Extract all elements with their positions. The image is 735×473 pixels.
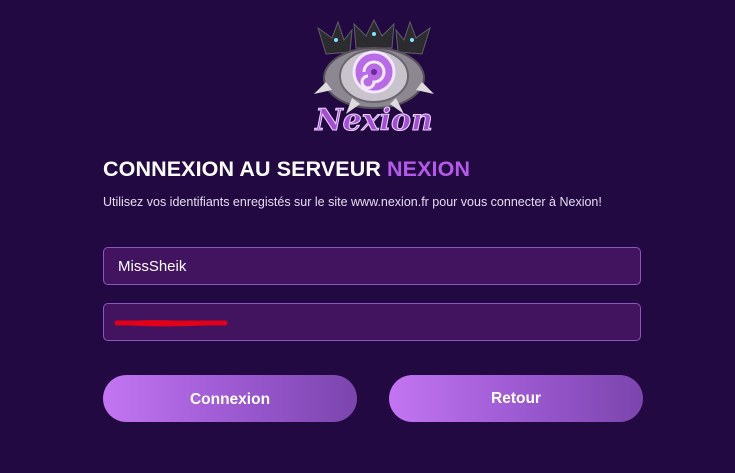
nexion-logo-emblem: Nexion xyxy=(314,18,434,139)
username-input[interactable] xyxy=(103,247,641,285)
connexion-button[interactable]: Connexion xyxy=(103,375,357,422)
password-input[interactable] xyxy=(103,303,641,341)
retour-button[interactable]: Retour xyxy=(389,375,643,422)
page-title: CONNEXION AU SERVEUR NEXION xyxy=(103,157,470,182)
title-prefix: CONNEXION AU SERVEUR xyxy=(103,157,388,181)
nexion-logo: Nexion xyxy=(312,18,436,140)
login-instructions: Utilisez vos identifiants enregistés sur… xyxy=(103,195,602,209)
logo-wordmark: Nexion xyxy=(314,103,433,138)
title-accent: NEXION xyxy=(387,157,471,181)
